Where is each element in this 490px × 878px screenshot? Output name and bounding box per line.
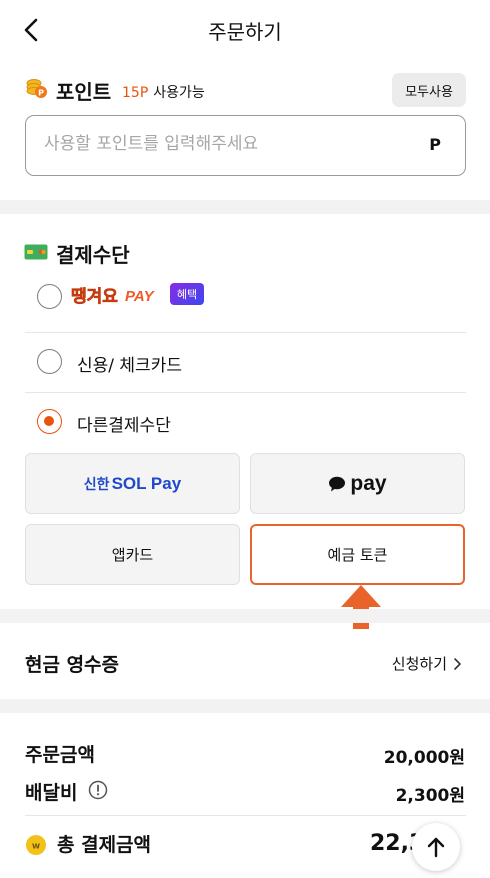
- arrow-up-icon: [427, 837, 445, 858]
- cash-receipt-row[interactable]: 현금 영수증 신청하기: [0, 623, 490, 699]
- kakao-pay-logo: pay: [328, 471, 387, 496]
- speech-bubble-icon: [329, 476, 346, 491]
- payment-option-other-label: 다른결제수단: [77, 416, 171, 436]
- point-unit: P: [429, 135, 441, 154]
- point-title: 포인트: [56, 80, 112, 104]
- point-input-field: P: [25, 115, 466, 176]
- kakao-pay-name: pay: [350, 471, 387, 495]
- section-divider: [0, 699, 490, 713]
- coin-icon: w: [26, 835, 46, 855]
- cash-receipt-apply-link[interactable]: 신청하기: [392, 653, 462, 674]
- kakao-pay-button[interactable]: pay: [250, 453, 465, 514]
- use-all-points-button[interactable]: 모두사용: [392, 73, 466, 107]
- point-available-amount: 15P: [122, 85, 149, 101]
- payment-option-ttangyo-pay[interactable]: 땡겨요 PAY 혜택: [25, 271, 466, 331]
- payment-option-other[interactable]: 다른결제수단: [25, 391, 466, 451]
- chevron-right-icon: [454, 657, 461, 670]
- svg-text:땡겨요: 땡겨요: [71, 287, 118, 307]
- delivery-fee-label: 배달비: [25, 782, 78, 804]
- header: 주문하기: [0, 0, 490, 60]
- card-icon: [24, 244, 48, 260]
- total-amount-label: 총 결제금액: [57, 834, 152, 856]
- order-summary: 주문금액 20,000원 배달비 2,300원 w 총 결제금액 22,3: [0, 713, 490, 878]
- appcard-button[interactable]: 앱카드: [25, 524, 240, 585]
- sol-pay-prefix: 신한: [83, 475, 110, 492]
- payment-option-card[interactable]: 신용/ 체크카드: [25, 331, 466, 391]
- payment-option-card-label: 신용/ 체크카드: [77, 356, 182, 376]
- summary-divider: [25, 815, 466, 816]
- deposit-token-button[interactable]: 예금 토큰: [250, 524, 465, 585]
- radio-ttangyo-pay[interactable]: [37, 284, 62, 309]
- payment-section: 결제수단 땡겨요 PAY 혜택 신용/ 체크카드 다른결제수단 신한 SOL Pa…: [0, 214, 490, 609]
- svg-text:w: w: [32, 842, 40, 852]
- benefit-badge: 혜택: [170, 283, 204, 305]
- scroll-to-top-button[interactable]: [412, 823, 460, 871]
- point-section: P 포인트 15P사용가능 모두사용 P: [0, 60, 490, 200]
- cash-receipt-title: 현금 영수증: [25, 654, 120, 676]
- svg-text:PAY: PAY: [125, 288, 156, 305]
- section-divider: [0, 609, 490, 623]
- svg-text:P: P: [38, 89, 44, 98]
- ttangyo-pay-logo: 땡겨요 PAY: [71, 287, 156, 308]
- radio-other[interactable]: [37, 409, 62, 434]
- payment-title: 결제수단: [56, 243, 130, 267]
- radio-card[interactable]: [37, 349, 62, 374]
- point-input[interactable]: [44, 134, 404, 154]
- cash-receipt-apply-label: 신청하기: [391, 655, 447, 673]
- sol-pay-button[interactable]: 신한 SOL Pay: [25, 453, 240, 514]
- order-amount-label: 주문금액: [25, 744, 95, 766]
- order-amount-value: 20,000원: [383, 748, 465, 768]
- delivery-fee-value: 2,300원: [395, 786, 465, 806]
- section-divider: [0, 200, 490, 214]
- sol-pay-name: SOL Pay: [111, 473, 182, 493]
- sol-pay-logo: 신한 SOL Pay: [84, 474, 181, 494]
- point-available: 15P 사용가능: [122, 82, 205, 102]
- page-title: 주문하기: [208, 20, 282, 44]
- coins-icon: P: [26, 79, 47, 98]
- info-icon[interactable]: [88, 780, 108, 800]
- point-available-label: 사용가능: [153, 85, 205, 101]
